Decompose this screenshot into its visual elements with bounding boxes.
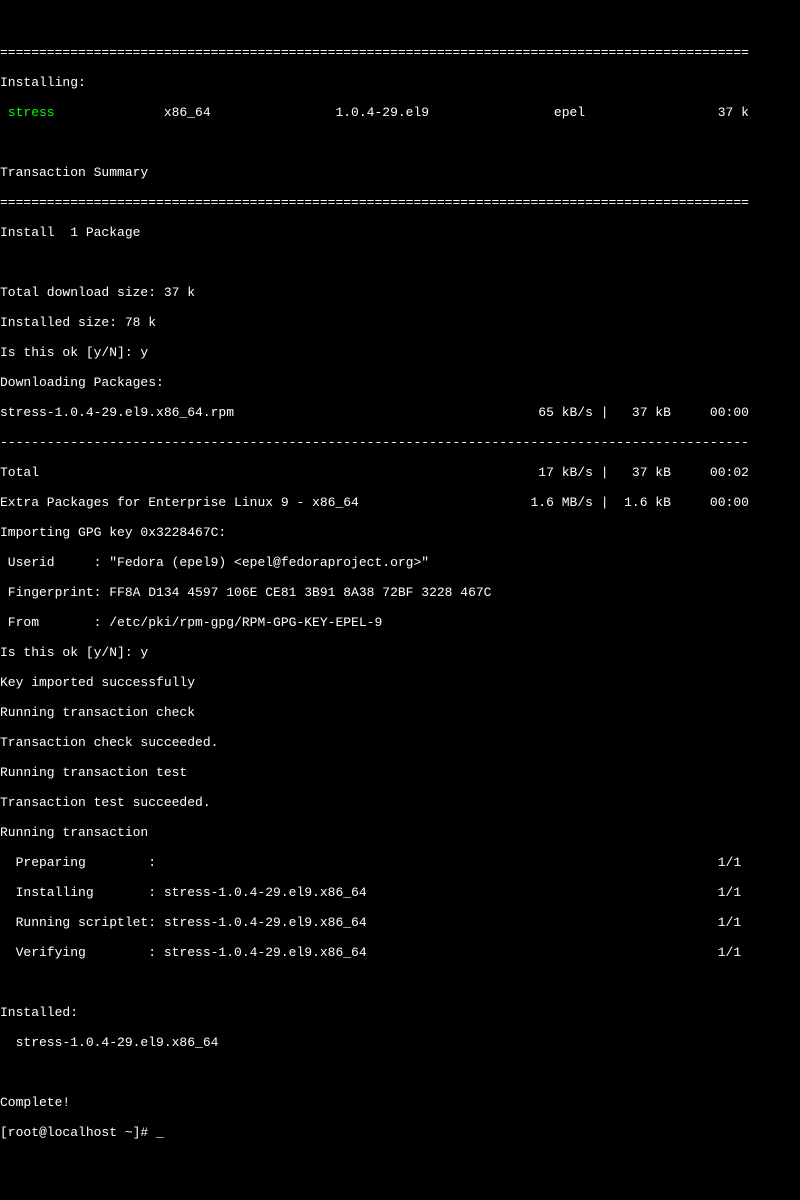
total-line: Total 17 kB/s | 37 kB 00:02 [0,465,800,480]
blank [0,255,800,270]
step-prepare: Preparing : 1/1 [0,855,800,870]
step-verify: Verifying : stress-1.0.4-29.el9.x86_64 1… [0,945,800,960]
installed-header: Installed: [0,1005,800,1020]
installing-header: Installing: [0,75,800,90]
download-progress: stress-1.0.4-29.el9.x86_64.rpm 65 kB/s |… [0,405,800,420]
shell-prompt[interactable]: [root@localhost ~]# _ [0,1125,800,1140]
blank [0,1065,800,1080]
confirm-prompt[interactable]: Is this ok [y/N]: y [0,345,800,360]
divider-summary: ========================================… [0,195,800,210]
download-size: Total download size: 37 k [0,285,800,300]
importing-key: Importing GPG key 0x3228467C: [0,525,800,540]
run-test: Running transaction test [0,765,800,780]
divider-top: ========================================… [0,45,800,60]
installed-pkg: stress-1.0.4-29.el9.x86_64 [0,1035,800,1050]
confirm-prompt-2[interactable]: Is this ok [y/N]: y [0,645,800,660]
package-rest: x86_64 1.0.4-29.el9 epel 37 k [55,105,749,120]
step-install: Installing : stress-1.0.4-29.el9.x86_64 … [0,885,800,900]
downloading-header: Downloading Packages: [0,375,800,390]
epel-line: Extra Packages for Enterprise Linux 9 - … [0,495,800,510]
dashline: ----------------------------------------… [0,435,800,450]
check-ok: Transaction check succeeded. [0,735,800,750]
transaction-summary: Transaction Summary [0,165,800,180]
run-check: Running transaction check [0,705,800,720]
gpg-from: From : /etc/pki/rpm-gpg/RPM-GPG-KEY-EPEL… [0,615,800,630]
installed-size: Installed size: 78 k [0,315,800,330]
step-script: Running scriptlet: stress-1.0.4-29.el9.x… [0,915,800,930]
test-ok: Transaction test succeeded. [0,795,800,810]
cursor: _ [156,1125,164,1140]
blank [0,135,800,150]
gpg-fingerprint: Fingerprint: FF8A D134 4597 106E CE81 3B… [0,585,800,600]
complete: Complete! [0,1095,800,1110]
blank [0,975,800,990]
run-trans: Running transaction [0,825,800,840]
gpg-userid: Userid : "Fedora (epel9) <epel@fedorapro… [0,555,800,570]
package-row: stress x86_64 1.0.4-29.el9 epel 37 k [0,105,800,120]
key-imported: Key imported successfully [0,675,800,690]
install-count: Install 1 Package [0,225,800,240]
package-name: stress [0,105,55,120]
